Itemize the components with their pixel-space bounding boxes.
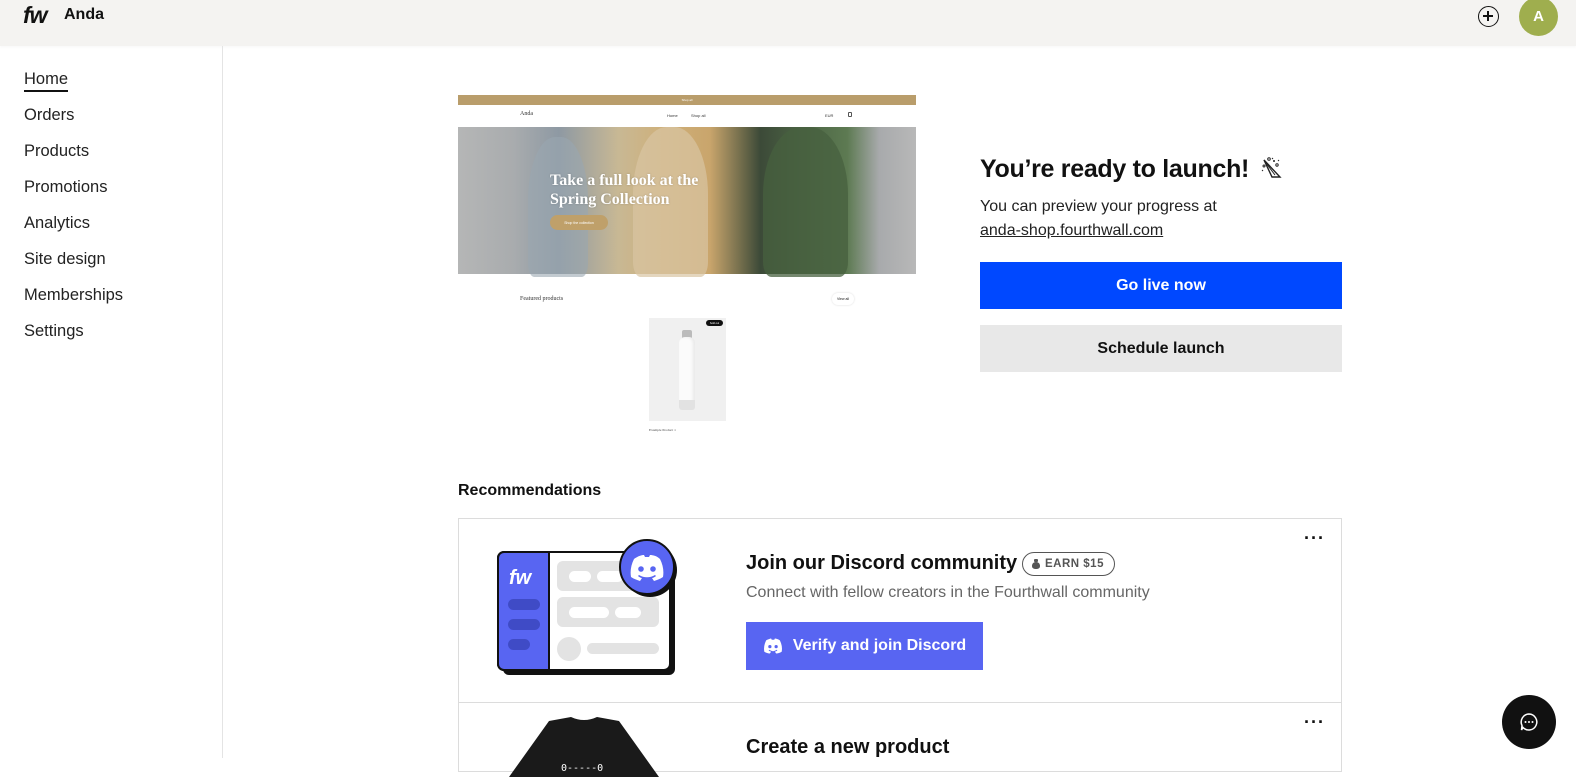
card-title: Join our Discord community — [746, 552, 1018, 574]
preview-view-all: View all — [832, 293, 854, 305]
launch-title-text: You’re ready to launch! — [980, 155, 1250, 183]
sidebar-item-memberships[interactable]: Memberships — [24, 286, 123, 305]
svg-text:fw: fw — [509, 567, 533, 589]
party-popper-icon — [1261, 157, 1282, 178]
recommendation-card-create-product: 0-----0 Create a new product ··· — [458, 702, 1342, 777]
plus-circle-icon[interactable] — [1478, 6, 1499, 27]
recommendation-card-discord: fw Join our Discord community EARN $15 C… — [458, 518, 1342, 703]
preview-nav: Anda Home Shop all EUR — [458, 105, 916, 127]
sidebar-item-site-design[interactable]: Site design — [24, 250, 106, 269]
verify-join-discord-label: Verify and join Discord — [792, 637, 967, 654]
hero-title-line: Spring Collection — [550, 191, 670, 208]
svg-text:0-----0: 0-----0 — [561, 763, 603, 774]
sidebar-item-products[interactable]: Products — [24, 142, 89, 161]
preview-product-name: Example Product 1 — [649, 428, 676, 432]
preview-hero-image: Take a full look at the Spring Collectio… — [458, 127, 916, 277]
launch-subtitle: You can preview your progress at anda-sh… — [980, 195, 1217, 243]
hero-title-line: Take a full look at the — [550, 172, 699, 189]
go-live-button[interactable]: Go live now — [980, 262, 1342, 309]
preview-brand: Anda — [520, 111, 533, 117]
verify-join-discord-button[interactable]: Verify and join Discord — [746, 622, 983, 670]
card-more-options-button[interactable]: ··· — [1304, 713, 1325, 731]
preview-hero-button: Shop the collection — [550, 215, 608, 230]
money-bag-icon — [1032, 559, 1040, 569]
preview-nav-link: Shop all — [691, 113, 706, 118]
discord-illustration: fw — [497, 539, 677, 675]
card-title: Create a new product — [746, 736, 950, 758]
schedule-launch-button[interactable]: Schedule launch — [980, 325, 1342, 372]
tshirt-illustration: 0-----0 — [509, 717, 659, 777]
sidebar-item-settings[interactable]: Settings — [24, 322, 84, 341]
preview-announcement-bar: Shop all — [458, 95, 916, 105]
chat-bubble-icon — [1520, 713, 1538, 731]
top-bar: fw Anda A — [0, 0, 1576, 46]
bottle-image — [679, 330, 695, 410]
card-description: Connect with fellow creators in the Four… — [746, 584, 1150, 601]
earn-badge-text: EARN $15 — [1045, 558, 1104, 570]
sidebar-item-orders[interactable]: Orders — [24, 106, 74, 125]
discord-icon — [763, 638, 782, 654]
shop-name[interactable]: Anda — [64, 6, 104, 24]
cart-icon — [848, 112, 852, 117]
sidebar-item-analytics[interactable]: Analytics — [24, 214, 90, 233]
sidebar: Home Orders Products Promotions Analytic… — [0, 46, 223, 758]
recommendations-heading: Recommendations — [458, 482, 602, 499]
launch-subtitle-text: You can preview your progress at — [980, 198, 1217, 215]
preview-featured-heading: Featured products — [520, 296, 564, 302]
preview-nav-link: Home — [667, 113, 678, 118]
store-url-link[interactable]: anda-shop.fourthwall.com — [980, 222, 1163, 239]
site-preview[interactable]: Shop all Anda Home Shop all EUR Take a f… — [458, 95, 916, 440]
chat-support-button[interactable] — [1502, 695, 1556, 749]
preview-currency: EUR — [825, 113, 834, 118]
preview-product-image: Sold out — [649, 318, 726, 421]
fourthwall-logo[interactable]: fw — [23, 2, 48, 29]
launch-title: You’re ready to launch! — [980, 155, 1284, 184]
card-more-options-button[interactable]: ··· — [1304, 529, 1325, 547]
preview-product-badge: Sold out — [706, 320, 723, 326]
preview-hero-title: Take a full look at the Spring Collectio… — [550, 171, 698, 209]
hero-figure — [763, 127, 848, 277]
user-avatar[interactable]: A — [1519, 0, 1558, 36]
sidebar-item-promotions[interactable]: Promotions — [24, 178, 107, 197]
sidebar-item-home[interactable]: Home — [24, 70, 69, 92]
earn-badge: EARN $15 — [1022, 552, 1115, 576]
